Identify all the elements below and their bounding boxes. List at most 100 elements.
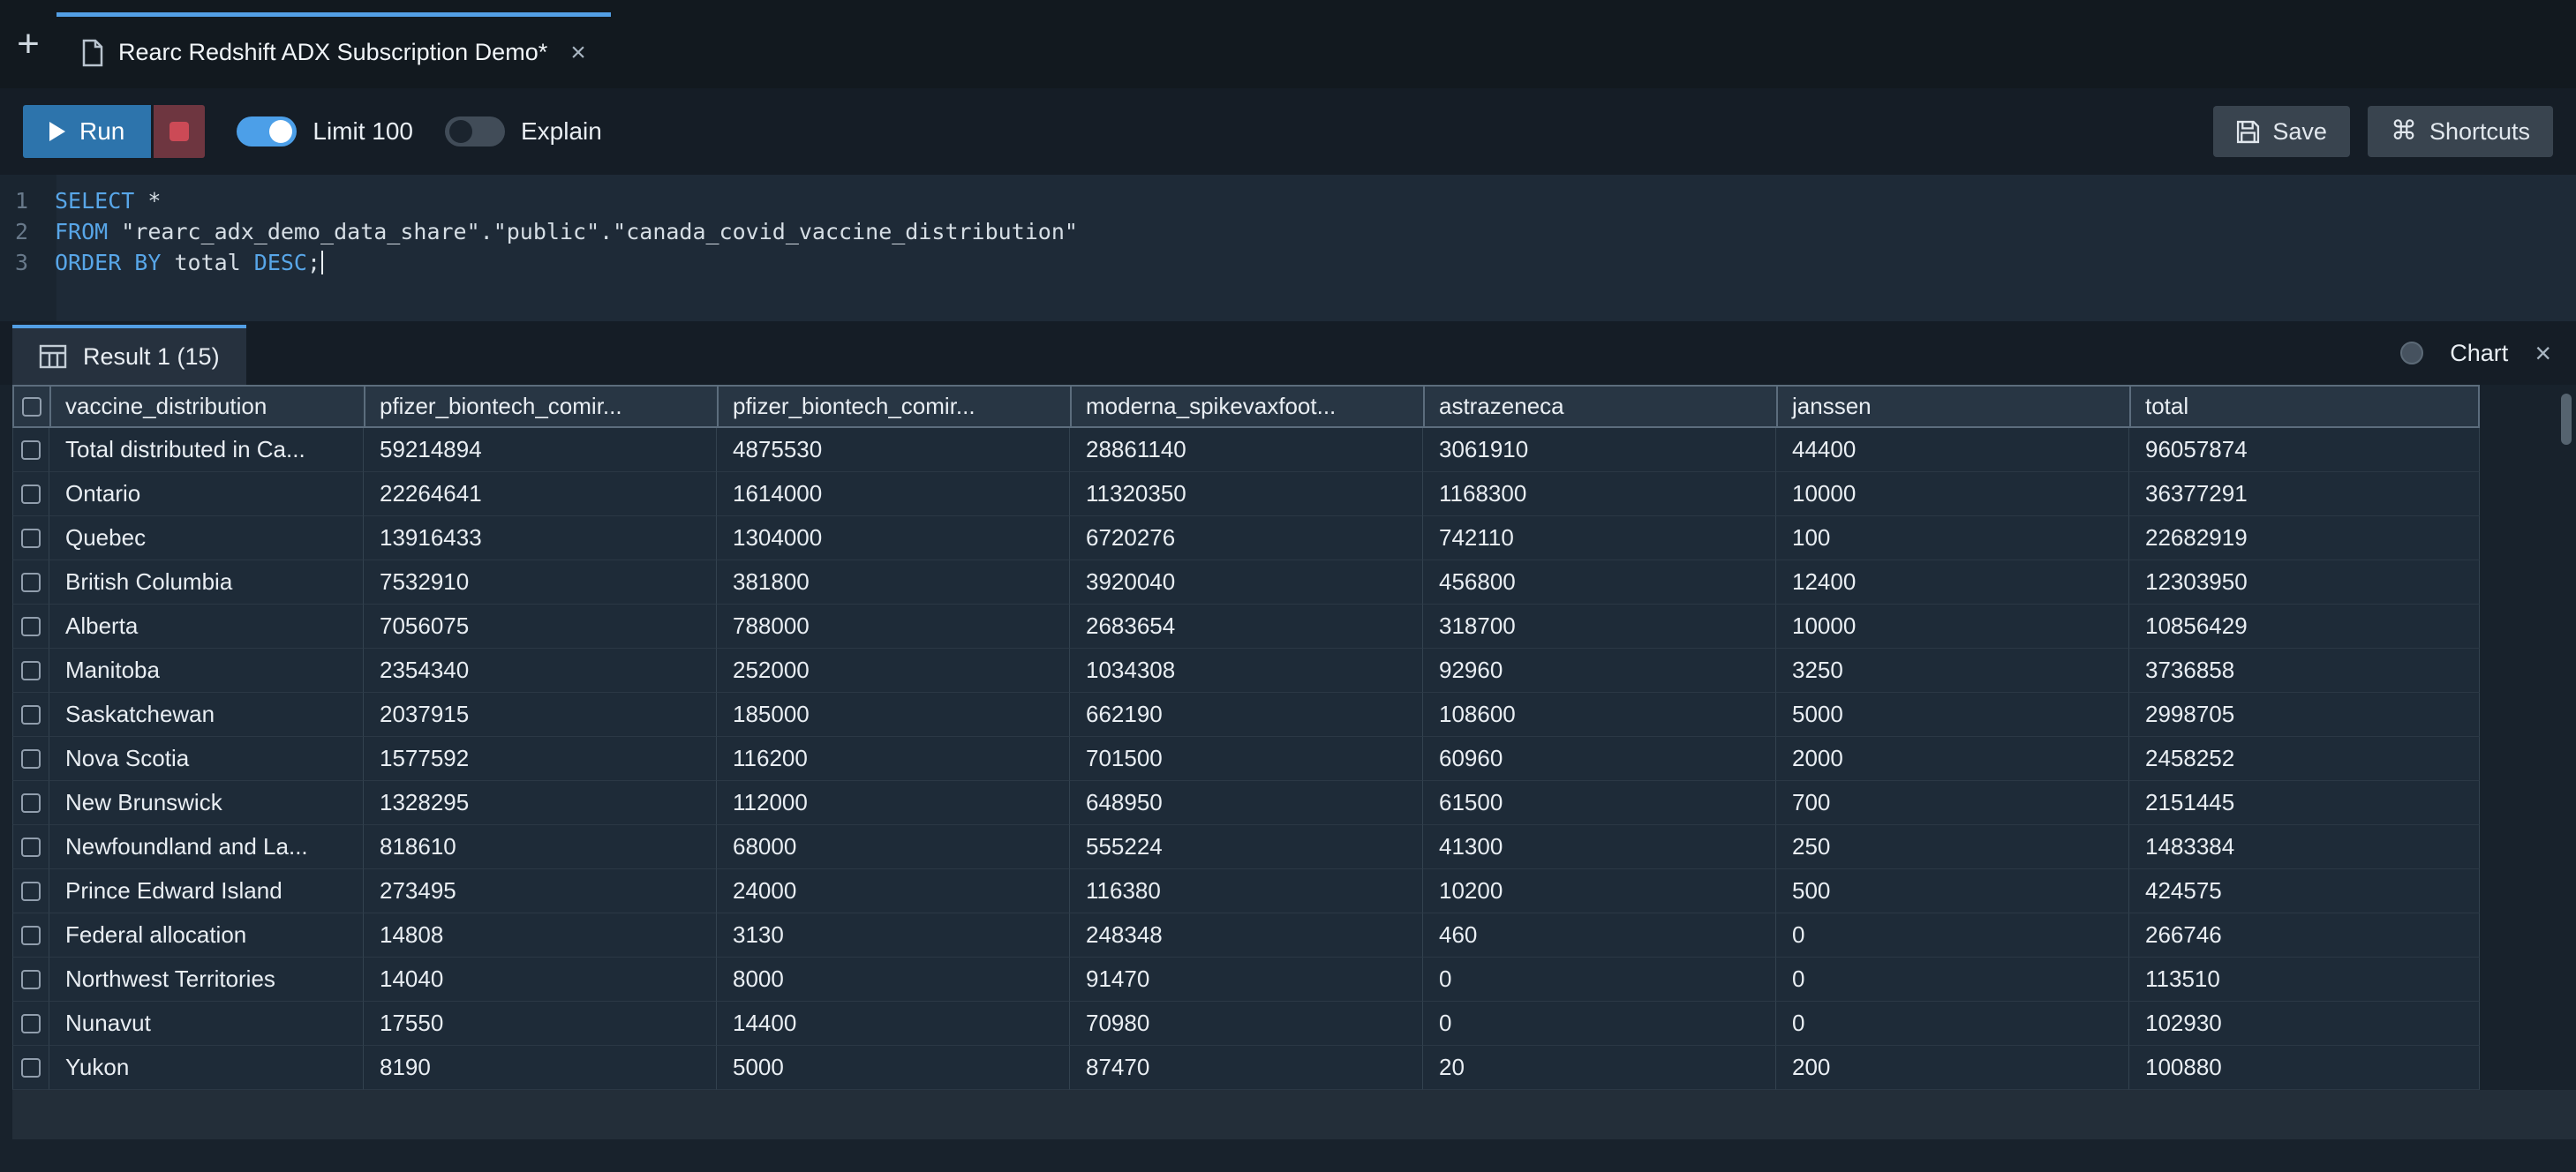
table-cell: Federal allocation bbox=[49, 913, 364, 958]
table-row[interactable]: Nunavut17550144007098000102930 bbox=[12, 1002, 2480, 1046]
table-cell: Total distributed in Ca... bbox=[49, 428, 364, 472]
table-row[interactable]: Ontario222646411614000113203501168300100… bbox=[12, 472, 2480, 516]
row-checkbox[interactable] bbox=[21, 440, 41, 460]
code-token: FROM bbox=[55, 219, 108, 244]
table-cell: 1328295 bbox=[364, 781, 717, 825]
code-text: FROM "rearc_adx_demo_data_share"."public… bbox=[46, 216, 1078, 247]
vertical-scrollbar[interactable] bbox=[2561, 394, 2572, 445]
row-select-cell[interactable] bbox=[12, 516, 49, 560]
table-cell: 10856429 bbox=[2129, 605, 2480, 649]
table-cell: 381800 bbox=[717, 560, 1070, 605]
results-bar: Result 1 (15) Chart × bbox=[0, 321, 2576, 385]
table-row[interactable]: Quebec1391643313040006720276742110100226… bbox=[12, 516, 2480, 560]
row-checkbox[interactable] bbox=[21, 573, 41, 592]
row-checkbox[interactable] bbox=[21, 617, 41, 636]
row-checkbox[interactable] bbox=[21, 705, 41, 725]
chart-toggle[interactable] bbox=[2400, 342, 2423, 364]
table-cell: 318700 bbox=[1423, 605, 1776, 649]
result-tab[interactable]: Result 1 (15) bbox=[12, 325, 246, 385]
row-checkbox[interactable] bbox=[21, 970, 41, 989]
row-checkbox[interactable] bbox=[21, 749, 41, 769]
table-row[interactable]: British Columbia753291038180039200404568… bbox=[12, 560, 2480, 605]
table-row[interactable]: Yukon819050008747020200100880 bbox=[12, 1046, 2480, 1090]
tab-close-icon[interactable]: × bbox=[570, 38, 586, 68]
row-select-cell[interactable] bbox=[12, 649, 49, 693]
table-cell: 1614000 bbox=[717, 472, 1070, 516]
column-header[interactable]: moderna_spikevaxfoot... bbox=[1070, 385, 1423, 428]
table-row[interactable]: Saskatchewan2037915185000662190108600500… bbox=[12, 693, 2480, 737]
stop-button[interactable] bbox=[154, 105, 205, 158]
column-header-label: pfizer_biontech_comir... bbox=[733, 393, 975, 420]
column-header[interactable]: vaccine_distribution bbox=[49, 385, 364, 428]
new-tab-button[interactable]: + bbox=[0, 0, 56, 88]
table-cell: 112000 bbox=[717, 781, 1070, 825]
row-select-cell[interactable] bbox=[12, 472, 49, 516]
table-cell: 22682919 bbox=[2129, 516, 2480, 560]
table-cell: 70980 bbox=[1070, 1002, 1423, 1046]
row-select-cell[interactable] bbox=[12, 1002, 49, 1046]
row-checkbox[interactable] bbox=[21, 529, 41, 548]
row-checkbox[interactable] bbox=[21, 882, 41, 901]
table-cell: 500 bbox=[1776, 869, 2129, 913]
row-select-cell[interactable] bbox=[12, 1046, 49, 1090]
row-select-cell[interactable] bbox=[12, 737, 49, 781]
table-row[interactable]: Northwest Territories1404080009147000113… bbox=[12, 958, 2480, 1002]
row-select-cell[interactable] bbox=[12, 428, 49, 472]
table-row[interactable]: Prince Edward Island27349524000116380102… bbox=[12, 869, 2480, 913]
row-select-cell[interactable] bbox=[12, 825, 49, 869]
table-body: Total distributed in Ca...59214894487553… bbox=[12, 428, 2576, 1090]
save-button[interactable]: Save bbox=[2213, 106, 2350, 157]
run-button[interactable]: Run bbox=[23, 105, 151, 158]
table-row[interactable]: New Brunswick132829511200064895061500700… bbox=[12, 781, 2480, 825]
table-cell: 59214894 bbox=[364, 428, 717, 472]
row-checkbox[interactable] bbox=[21, 661, 41, 680]
table-cell: 2683654 bbox=[1070, 605, 1423, 649]
table-cell: 44400 bbox=[1776, 428, 2129, 472]
table-cell: 2151445 bbox=[2129, 781, 2480, 825]
table-row[interactable]: Newfoundland and La...818610680005552244… bbox=[12, 825, 2480, 869]
row-select-cell[interactable] bbox=[12, 869, 49, 913]
column-header[interactable]: astrazeneca bbox=[1423, 385, 1776, 428]
stop-icon bbox=[169, 122, 189, 141]
table-row[interactable]: Federal allocation1480831302483484600266… bbox=[12, 913, 2480, 958]
table-cell: 818610 bbox=[364, 825, 717, 869]
row-checkbox[interactable] bbox=[21, 1058, 41, 1078]
table-cell: 108600 bbox=[1423, 693, 1776, 737]
shortcuts-button[interactable]: ⌘ Shortcuts bbox=[2368, 106, 2553, 157]
explain-toggle[interactable] bbox=[445, 116, 505, 146]
row-select-cell[interactable] bbox=[12, 958, 49, 1002]
column-header[interactable]: pfizer_biontech_comir... bbox=[717, 385, 1070, 428]
row-select-cell[interactable] bbox=[12, 693, 49, 737]
column-header[interactable]: total bbox=[2129, 385, 2480, 428]
row-checkbox[interactable] bbox=[21, 793, 41, 813]
table-row[interactable]: Nova Scotia15775921162007015006096020002… bbox=[12, 737, 2480, 781]
table-row[interactable]: Total distributed in Ca...59214894487553… bbox=[12, 428, 2480, 472]
row-checkbox[interactable] bbox=[21, 838, 41, 857]
row-select-cell[interactable] bbox=[12, 605, 49, 649]
table-cell: 788000 bbox=[717, 605, 1070, 649]
column-header[interactable]: janssen bbox=[1776, 385, 2129, 428]
row-select-cell[interactable] bbox=[12, 560, 49, 605]
row-select-cell[interactable] bbox=[12, 781, 49, 825]
row-checkbox[interactable] bbox=[21, 485, 41, 504]
row-select-cell[interactable] bbox=[12, 913, 49, 958]
limit-100-toggle[interactable] bbox=[237, 116, 297, 146]
toolbar-right-group: Save ⌘ Shortcuts bbox=[2213, 106, 2553, 157]
table-row[interactable]: Manitoba23543402520001034308929603250373… bbox=[12, 649, 2480, 693]
row-checkbox[interactable] bbox=[21, 926, 41, 945]
table-row[interactable]: Alberta705607578800026836543187001000010… bbox=[12, 605, 2480, 649]
select-all-checkbox[interactable] bbox=[22, 397, 41, 417]
tab-query-editor[interactable]: Rearc Redshift ADX Subscription Demo* × bbox=[56, 12, 611, 88]
table-cell: 424575 bbox=[2129, 869, 2480, 913]
table-cell: 96057874 bbox=[2129, 428, 2480, 472]
select-all-cell[interactable] bbox=[12, 385, 49, 428]
text-cursor bbox=[321, 251, 323, 274]
table-cell: 2000 bbox=[1776, 737, 2129, 781]
command-icon: ⌘ bbox=[2391, 118, 2417, 145]
results-close-icon[interactable]: × bbox=[2535, 337, 2551, 370]
sql-editor[interactable]: 1SELECT *2FROM "rearc_adx_demo_data_shar… bbox=[0, 175, 2576, 321]
row-checkbox[interactable] bbox=[21, 1014, 41, 1033]
table-cell: 10000 bbox=[1776, 605, 2129, 649]
column-header[interactable]: pfizer_biontech_comir... bbox=[364, 385, 717, 428]
table-cell: 252000 bbox=[717, 649, 1070, 693]
